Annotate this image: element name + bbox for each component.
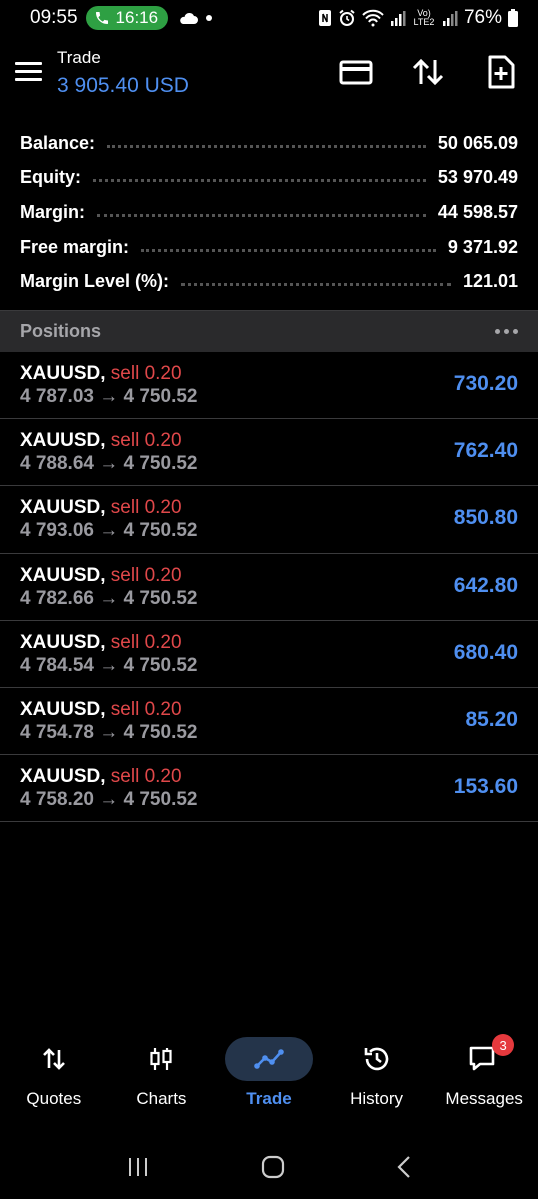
history-icon bbox=[364, 1047, 388, 1071]
status-time: 09:55 bbox=[30, 7, 78, 28]
messages-badge: 3 bbox=[492, 1034, 515, 1056]
position-type: sell 0.20 bbox=[110, 698, 182, 720]
margin-row: Margin: 44 598.57 bbox=[20, 195, 518, 230]
nav-quotes[interactable]: Quotes bbox=[0, 1030, 108, 1120]
battery-icon bbox=[508, 9, 518, 27]
sort-icon[interactable] bbox=[410, 54, 446, 90]
position-prices: 4 787.03 → 4 750.52 bbox=[20, 386, 198, 407]
nav-charts[interactable]: Charts bbox=[108, 1030, 216, 1120]
nav-messages-label: Messages bbox=[445, 1089, 523, 1108]
position-row[interactable]: XAUUSD, sell 0.20 4 758.20 → 4 750.52 15… bbox=[0, 755, 538, 823]
position-profit: 85.20 bbox=[465, 707, 518, 731]
margin-label: Margin: bbox=[20, 201, 85, 222]
margin-level-label: Margin Level (%): bbox=[20, 271, 170, 292]
position-symbol: XAUUSD, bbox=[20, 497, 106, 519]
position-prices: 4 754.78 → 4 750.52 bbox=[20, 721, 198, 743]
quotes-icon bbox=[42, 1048, 65, 1070]
nav-history[interactable]: History bbox=[323, 1030, 431, 1120]
position-prices: 4 782.66 → 4 750.52 bbox=[20, 587, 198, 609]
position-type: sell 0.20 bbox=[110, 497, 182, 519]
position-row[interactable]: XAUUSD, sell 0.20 4 784.54 → 4 750.52 68… bbox=[0, 621, 538, 688]
nfc-icon bbox=[318, 10, 331, 26]
position-profit: 680.40 bbox=[453, 640, 518, 664]
wifi-icon bbox=[362, 9, 384, 27]
position-symbol: XAUUSD, bbox=[20, 631, 106, 653]
cloud-icon bbox=[180, 12, 199, 24]
position-profit: 642.80 bbox=[453, 573, 518, 597]
position-profit: 762.40 bbox=[453, 439, 518, 463]
charts-icon bbox=[150, 1048, 172, 1070]
notification-dot-icon bbox=[206, 15, 213, 21]
menu-icon[interactable] bbox=[15, 62, 42, 82]
positions-header: Positions bbox=[0, 310, 538, 352]
position-symbol: XAUUSD, bbox=[20, 698, 106, 720]
margin-level-value: 121.01 bbox=[462, 271, 518, 292]
positions-list: XAUUSD, sell 0.20 4 787.03 → 4 750.52 73… bbox=[0, 352, 538, 823]
position-row[interactable]: XAUUSD, sell 0.20 4 754.78 → 4 750.52 85… bbox=[0, 688, 538, 756]
balance-row: Balance: 50 065.09 bbox=[20, 126, 518, 161]
position-row[interactable]: XAUUSD, sell 0.20 4 782.66 → 4 750.52 64… bbox=[0, 554, 538, 621]
position-type: sell 0.20 bbox=[110, 430, 182, 452]
phone-icon bbox=[95, 12, 108, 24]
call-indicator[interactable]: 16:16 bbox=[85, 6, 169, 30]
status-right: Vo) LTE2 76% bbox=[318, 7, 518, 29]
page-title: Trade bbox=[57, 48, 101, 67]
position-prices: 4 758.20 → 4 750.52 bbox=[20, 789, 198, 811]
position-profit: 850.80 bbox=[453, 506, 518, 530]
position-symbol: XAUUSD, bbox=[20, 363, 106, 384]
signal-2-icon bbox=[442, 11, 458, 26]
position-row[interactable]: XAUUSD, sell 0.20 4 788.64 → 4 750.52 76… bbox=[0, 419, 538, 487]
position-prices: 4 788.64 → 4 750.52 bbox=[20, 453, 198, 475]
free-margin-value: 9 371.92 bbox=[447, 236, 518, 257]
position-type: sell 0.20 bbox=[110, 766, 182, 788]
deposit-card-icon[interactable] bbox=[338, 54, 374, 90]
nav-trade[interactable]: Trade bbox=[215, 1030, 323, 1120]
position-type: sell 0.20 bbox=[110, 564, 182, 586]
position-profit: 153.60 bbox=[453, 775, 518, 799]
nav-quotes-label: Quotes bbox=[26, 1089, 82, 1108]
position-prices: 4 793.06 → 4 750.52 bbox=[20, 520, 198, 542]
equity-value: 53 970.49 bbox=[437, 167, 518, 188]
signal-icon bbox=[390, 11, 406, 26]
back-icon[interactable] bbox=[396, 1155, 412, 1179]
bottom-navigation: Quotes Charts Trade History 3 Messages bbox=[0, 1030, 538, 1120]
equity-row: Equity: 53 970.49 bbox=[20, 161, 518, 196]
position-prices: 4 784.54 → 4 750.52 bbox=[20, 654, 198, 676]
app-header: Trade 3 905.40 USD bbox=[0, 40, 538, 110]
status-bar: 09:55 16:16 Vo) LTE2 76% bbox=[0, 0, 538, 36]
nav-messages[interactable]: 3 Messages bbox=[430, 1030, 538, 1120]
new-order-icon[interactable] bbox=[483, 54, 519, 90]
call-time: 16:16 bbox=[115, 8, 159, 27]
total-profit: 3 905.40 USD bbox=[57, 74, 189, 97]
position-symbol: XAUUSD, bbox=[20, 564, 106, 586]
nav-trade-label: Trade bbox=[246, 1089, 292, 1108]
position-type: sell 0.20 bbox=[110, 631, 182, 653]
free-margin-row: Free margin: 9 371.92 bbox=[20, 230, 518, 265]
balance-value: 50 065.09 bbox=[437, 132, 518, 153]
position-symbol: XAUUSD, bbox=[20, 766, 106, 788]
nav-history-label: History bbox=[350, 1089, 404, 1108]
nav-charts-label: Charts bbox=[136, 1089, 187, 1108]
position-symbol: XAUUSD, bbox=[20, 430, 106, 452]
position-row[interactable]: XAUUSD, sell 0.20 4 787.03 → 4 750.52 73… bbox=[0, 352, 538, 420]
home-icon[interactable] bbox=[261, 1155, 285, 1179]
equity-label: Equity: bbox=[20, 167, 81, 188]
position-profit: 730.20 bbox=[453, 372, 518, 395]
position-row[interactable]: XAUUSD, sell 0.20 4 793.06 → 4 750.52 85… bbox=[0, 486, 538, 554]
account-summary: Balance: 50 065.09 Equity: 53 970.49 Mar… bbox=[20, 126, 518, 299]
free-margin-label: Free margin: bbox=[20, 236, 130, 257]
battery-percent: 76% bbox=[463, 7, 502, 28]
more-options-icon[interactable] bbox=[495, 329, 518, 334]
system-navigation bbox=[0, 1145, 538, 1189]
margin-level-row: Margin Level (%): 121.01 bbox=[20, 264, 518, 299]
balance-label: Balance: bbox=[20, 132, 96, 153]
margin-value: 44 598.57 bbox=[437, 201, 518, 222]
position-type: sell 0.20 bbox=[110, 363, 182, 384]
network-label: Vo) LTE2 bbox=[413, 8, 435, 27]
trade-icon bbox=[254, 1049, 284, 1069]
recent-apps-icon[interactable] bbox=[126, 1156, 150, 1178]
alarm-icon bbox=[339, 9, 355, 26]
positions-title: Positions bbox=[20, 321, 102, 341]
